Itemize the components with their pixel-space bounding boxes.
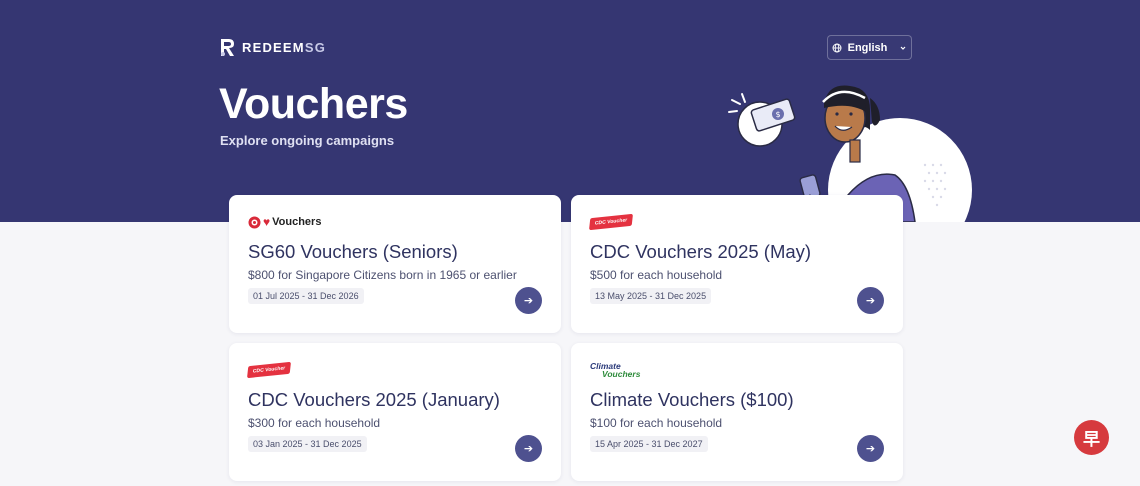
card-description: $100 for each household xyxy=(590,416,723,430)
page-title: Vouchers xyxy=(219,80,408,128)
cdc-voucher-logo: CDC Voucher xyxy=(589,213,633,231)
redeemsg-logo[interactable]: REDEEMSG xyxy=(220,37,326,57)
voucher-coin-graphic: $ xyxy=(737,98,796,147)
arrow-right-icon: ➔ xyxy=(523,443,534,455)
card-title: Climate Vouchers ($100) xyxy=(590,389,794,410)
card-description: $500 for each household xyxy=(590,268,723,282)
card-date-range: 03 Jan 2025 - 31 Dec 2025 xyxy=(248,436,367,452)
redeemsg-logo-icon xyxy=(221,38,234,56)
language-selector[interactable]: English xyxy=(827,35,912,60)
arrow-right-icon: ➔ xyxy=(865,295,876,307)
card-description: $300 for each household xyxy=(248,416,381,430)
card-go-button[interactable]: ➔ xyxy=(515,287,542,314)
sg60-emblem-icon xyxy=(248,216,261,228)
logo-wordmark: REDEEMSG xyxy=(242,39,327,55)
language-label: English xyxy=(847,41,888,54)
sg60-vouchers-logo: ♥ Vouchers xyxy=(248,213,321,231)
card-date-range: 15 Apr 2025 - 31 Dec 2027 xyxy=(590,436,708,452)
card-title: CDC Vouchers 2025 (January) xyxy=(248,389,500,410)
hero-banner: REDEEMSG English Vouchers Explore ongoin… xyxy=(0,0,1140,222)
voucher-card-cdc-2025-january[interactable]: CDC Voucher CDC Vouchers 2025 (January) … xyxy=(229,343,561,481)
card-title: CDC Vouchers 2025 (May) xyxy=(590,241,812,262)
voucher-card-cdc-2025-may[interactable]: CDC Voucher CDC Vouchers 2025 (May) $500… xyxy=(571,195,903,333)
corner-watermark-logo: 早 xyxy=(1074,420,1109,455)
cdc-voucher-logo: CDC Voucher xyxy=(247,361,291,379)
card-go-button[interactable]: ➔ xyxy=(857,435,884,462)
svg-text:$: $ xyxy=(775,110,780,119)
page-subtitle: Explore ongoing campaigns xyxy=(220,133,395,148)
card-date-range: 13 May 2025 - 31 Dec 2025 xyxy=(590,288,712,304)
heart-icon: ♥ xyxy=(263,215,271,229)
card-title: SG60 Vouchers (Seniors) xyxy=(248,241,458,262)
arrow-right-icon: ➔ xyxy=(865,443,876,455)
voucher-card-climate[interactable]: Climate Vouchers Climate Vouchers ($100)… xyxy=(571,343,903,481)
arrow-right-icon: ➔ xyxy=(523,295,534,307)
card-go-button[interactable]: ➔ xyxy=(515,435,542,462)
card-go-button[interactable]: ➔ xyxy=(857,287,884,314)
climate-vouchers-logo: Climate Vouchers xyxy=(590,361,641,379)
globe-icon xyxy=(832,43,842,52)
card-description: $800 for Singapore Citizens born in 1965… xyxy=(248,268,517,282)
chevron-down-icon xyxy=(900,46,906,50)
card-date-range: 01 Jul 2025 - 31 Dec 2026 xyxy=(248,288,364,304)
voucher-card-sg60-seniors[interactable]: ♥ Vouchers SG60 Vouchers (Seniors) $800 … xyxy=(229,195,561,333)
